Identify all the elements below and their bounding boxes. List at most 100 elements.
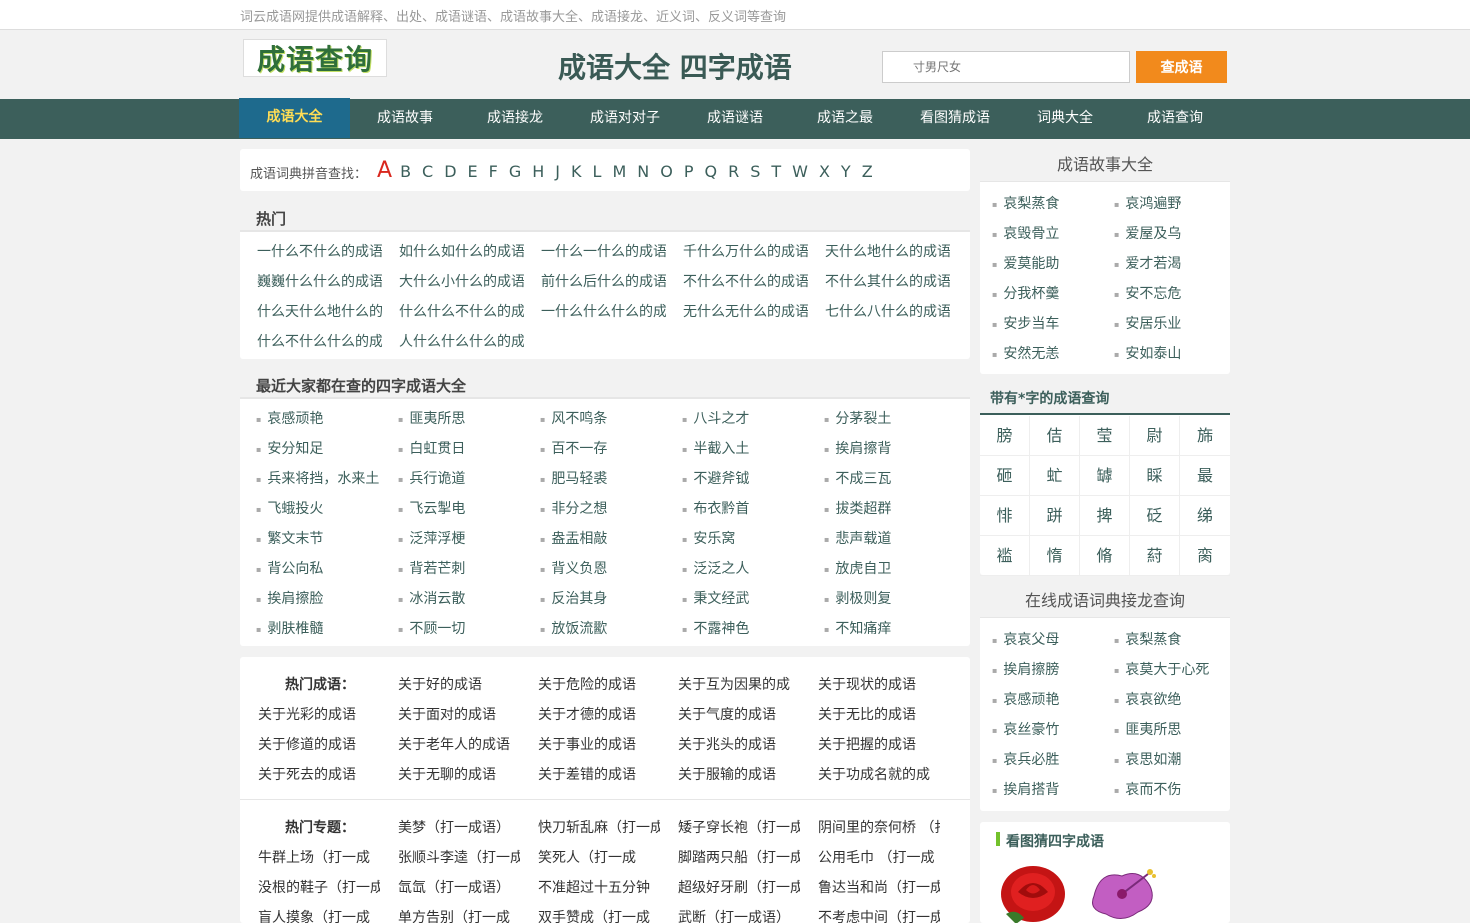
side-link[interactable]: 哀哀父母	[980, 629, 1102, 649]
idiom-link[interactable]: 剥肤椎髓	[240, 618, 382, 638]
hotword-link[interactable]: 关于服输的成语	[660, 764, 800, 784]
hot-link[interactable]: 大什么小什么的成语	[382, 271, 524, 291]
side-link[interactable]: 哀梨蒸食	[980, 193, 1102, 213]
topic-link[interactable]: 公用毛巾 （打一成	[800, 847, 940, 867]
hot-link[interactable]: 人什么什么什么的成	[382, 331, 524, 351]
pinyin-letter[interactable]: W	[792, 162, 808, 181]
idiom-link[interactable]: 百不一存	[524, 438, 666, 458]
pinyin-letter[interactable]: X	[819, 162, 830, 181]
side-link[interactable]: 安然无恙	[980, 343, 1102, 363]
side-link[interactable]: 爱莫能助	[980, 253, 1102, 273]
nav-item[interactable]: 成语谜语	[680, 99, 790, 139]
pinyin-letter[interactable]: F	[489, 162, 498, 181]
side-link[interactable]: 爱才若渴	[1102, 253, 1224, 273]
idiom-link[interactable]: 泛泛之人	[666, 558, 808, 578]
topic-link[interactable]: 盲人摸象（打一成	[240, 907, 380, 923]
side-link[interactable]: 哀毁骨立	[980, 223, 1102, 243]
hotword-link[interactable]: 关于事业的成语	[520, 734, 660, 754]
rose-image[interactable]	[996, 864, 1070, 923]
topic-link[interactable]: 超级好牙刷（打一成	[660, 877, 800, 897]
char-link[interactable]: 佶	[1030, 416, 1080, 456]
pinyin-letter[interactable]: Q	[704, 162, 717, 181]
idiom-link[interactable]: 飞云掣电	[382, 498, 524, 518]
side-link[interactable]: 哀鸿遍野	[1102, 193, 1224, 213]
idiom-link[interactable]: 不露神色	[666, 618, 808, 638]
nav-item[interactable]: 成语查询	[1120, 99, 1230, 139]
pinyin-letter[interactable]: K	[571, 162, 582, 181]
topic-link[interactable]: 不准超过十五分钟	[520, 877, 660, 897]
pinyin-letter[interactable]: O	[660, 162, 673, 181]
char-link[interactable]: 绨	[1180, 496, 1230, 536]
topic-link[interactable]: 牛群上场（打一成	[240, 847, 380, 867]
hot-link[interactable]: 巍巍什么什么的成语	[240, 271, 382, 291]
side-link[interactable]: 安不忘危	[1102, 283, 1224, 303]
side-link[interactable]: 挨肩搭背	[980, 779, 1102, 799]
char-link[interactable]: 旆	[1180, 416, 1230, 456]
hot-link[interactable]: 无什么无什么的成语	[666, 301, 808, 321]
idiom-link[interactable]: 不知痛痒	[808, 618, 950, 638]
idiom-link[interactable]: 秉文经武	[666, 588, 808, 608]
char-link[interactable]: 睬	[1130, 456, 1180, 496]
hotword-link[interactable]: 关于现状的成语	[800, 674, 940, 694]
nav-item[interactable]: 成语接龙	[460, 99, 570, 139]
pinyin-letter[interactable]: B	[400, 162, 411, 181]
idiom-link[interactable]: 不避斧钺	[666, 468, 808, 488]
pinyin-letter[interactable]: C	[422, 162, 433, 181]
hot-link[interactable]: 不什么不什么的成语	[666, 271, 808, 291]
hotword-link[interactable]: 关于修道的成语	[240, 734, 380, 754]
hot-link[interactable]: 如什么如什么的成语	[382, 241, 524, 261]
pinyin-letter[interactable]: A	[377, 158, 392, 183]
hotword-link[interactable]: 关于老年人的成语	[380, 734, 520, 754]
pinyin-letter[interactable]: Z	[862, 162, 873, 181]
hotword-link[interactable]: 关于气度的成语	[660, 704, 800, 724]
site-logo[interactable]: 成语查询	[243, 39, 387, 77]
nav-item[interactable]: 成语故事	[350, 99, 460, 139]
idiom-link[interactable]: 肥马轻裘	[524, 468, 666, 488]
idiom-link[interactable]: 挨肩擦背	[808, 438, 950, 458]
side-link[interactable]: 哀哀欲绝	[1102, 689, 1224, 709]
pinyin-letter[interactable]: M	[612, 162, 626, 181]
idiom-link[interactable]: 半截入土	[666, 438, 808, 458]
side-link[interactable]: 哀感顽艳	[980, 689, 1102, 709]
hot-link[interactable]: 一什么什么什么的成	[524, 301, 666, 321]
side-link[interactable]: 哀思如潮	[1102, 749, 1224, 769]
pinyin-letter[interactable]: T	[771, 162, 781, 181]
topic-link[interactable]: 笑死人（打一成	[520, 847, 660, 867]
topic-link[interactable]: 武断（打一成语）	[660, 907, 800, 923]
hotword-link[interactable]: 关于死去的成语	[240, 764, 380, 784]
idiom-link[interactable]: 分茅裂土	[808, 408, 950, 428]
idiom-link[interactable]: 布衣黔首	[666, 498, 808, 518]
hotword-link[interactable]: 关于危险的成语	[520, 674, 660, 694]
nav-item[interactable]: 成语大全	[239, 98, 350, 138]
topic-link[interactable]: 脚踏两只船（打一成	[660, 847, 800, 867]
hotword-link[interactable]: 关于无聊的成语	[380, 764, 520, 784]
char-link[interactable]: 褴	[980, 536, 1030, 576]
topic-link[interactable]: 单方告别（打一成	[380, 907, 520, 923]
nav-item[interactable]: 成语之最	[790, 99, 900, 139]
side-link[interactable]: 匪夷所思	[1102, 719, 1224, 739]
hotword-link[interactable]: 关于差错的成语	[520, 764, 660, 784]
hotword-link[interactable]: 关于功成名就的成	[800, 764, 940, 784]
side-link[interactable]: 哀丝豪竹	[980, 719, 1102, 739]
side-link[interactable]: 安步当车	[980, 313, 1102, 333]
idiom-link[interactable]: 拔类超群	[808, 498, 950, 518]
hot-link[interactable]: 千什么万什么的成语	[666, 241, 808, 261]
char-link[interactable]: 虻	[1030, 456, 1080, 496]
idiom-link[interactable]: 兵来将挡，水来土	[240, 468, 382, 488]
char-link[interactable]: 最	[1180, 456, 1230, 496]
idiom-link[interactable]: 悲声载道	[808, 528, 950, 548]
hot-link[interactable]: 什么不什么什么的成	[240, 331, 382, 351]
topic-link[interactable]: 双手赞成（打一成	[520, 907, 660, 923]
idiom-link[interactable]: 兵行诡道	[382, 468, 524, 488]
hot-link[interactable]: 七什么八什么的成语	[808, 301, 950, 321]
idiom-link[interactable]: 匪夷所思	[382, 408, 524, 428]
idiom-link[interactable]: 安分知足	[240, 438, 382, 458]
char-link[interactable]: 脔	[1180, 536, 1230, 576]
char-link[interactable]: 罅	[1080, 456, 1130, 496]
hotword-link[interactable]: 关于兆头的成语	[660, 734, 800, 754]
idiom-link[interactable]: 白虹贯日	[382, 438, 524, 458]
topic-link[interactable]: 鲁达当和尚（打一成	[800, 877, 940, 897]
idiom-link[interactable]: 挨肩擦脸	[240, 588, 382, 608]
side-link[interactable]: 安居乐业	[1102, 313, 1224, 333]
char-link[interactable]: 悱	[980, 496, 1030, 536]
